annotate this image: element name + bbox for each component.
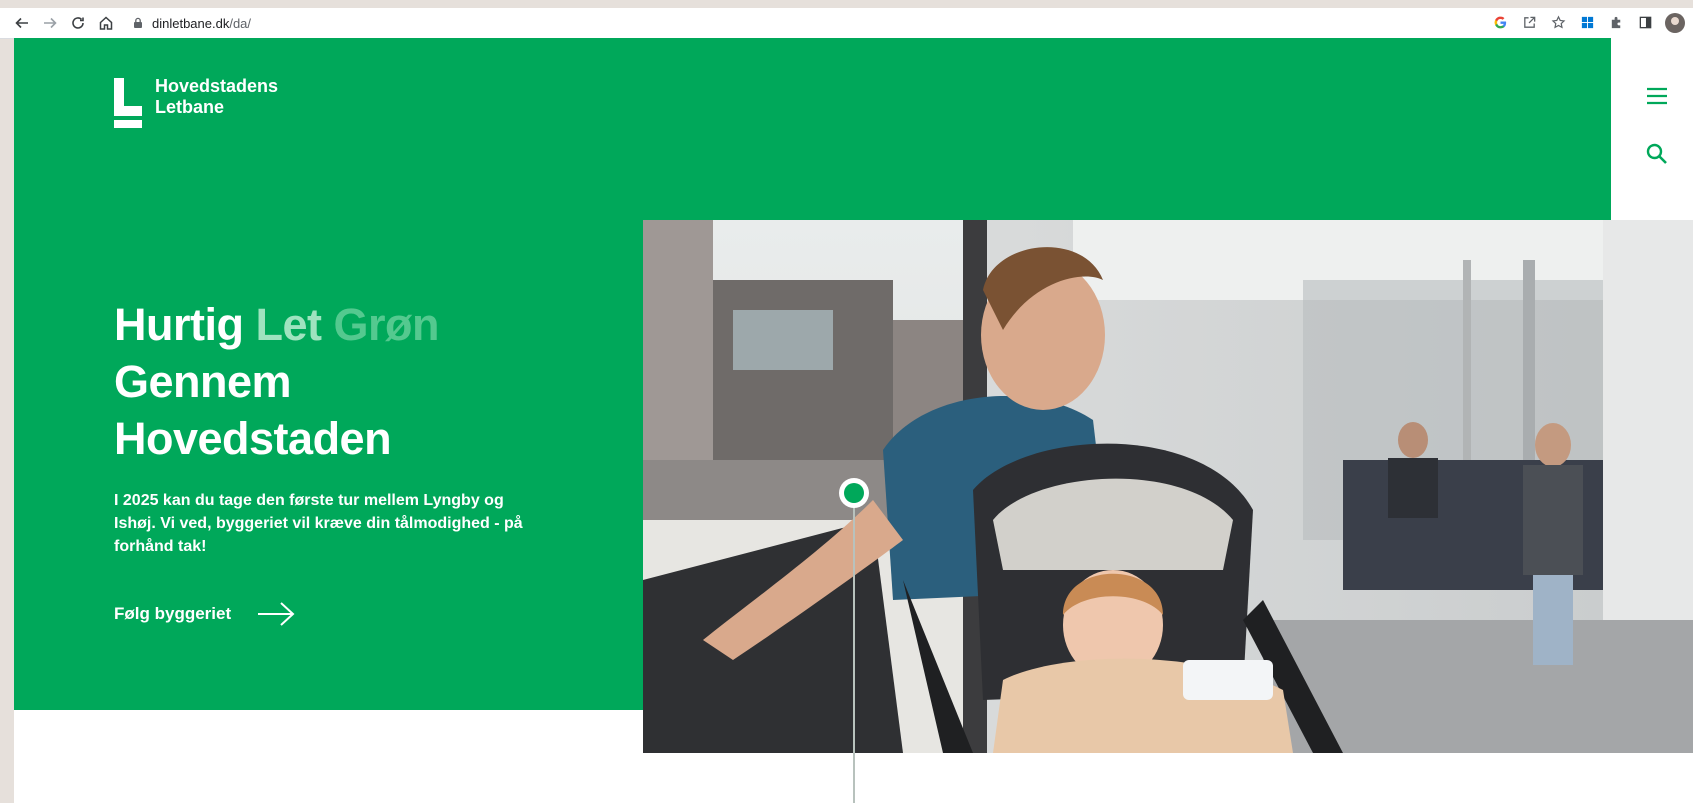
headline-line-3: Hovedstaden [114,413,392,464]
search-icon[interactable] [1644,141,1670,167]
bookmark-star-icon[interactable] [1546,10,1571,35]
hero-headline: Hurtig Let Grøn Gennem Hovedstaden [114,296,440,467]
logo-text: Hovedstadens Letbane [155,76,278,118]
hamburger-menu-icon[interactable] [1644,83,1670,109]
headline-word-1: Hurtig [114,299,244,350]
letbane-logo-icon [114,78,142,130]
home-icon[interactable] [92,9,120,37]
scroll-progress-dot [839,478,869,508]
reload-icon[interactable] [64,9,92,37]
url-path: /da/ [229,15,252,31]
profile-avatar[interactable] [1662,10,1687,35]
arrow-right-icon [258,602,295,626]
share-icon[interactable] [1517,10,1542,35]
logo-line-2: Letbane [155,97,225,117]
google-icon[interactable] [1488,10,1513,35]
back-icon[interactable] [8,9,36,37]
headline-line-2: Gennem [114,356,292,407]
address-bar[interactable]: dinletbane.dk/da/ [132,12,1472,34]
windows-extension-icon[interactable] [1575,10,1600,35]
avatar [1664,12,1685,33]
side-panel-icon[interactable] [1633,10,1658,35]
browser-actions [1488,10,1687,35]
cta-label: Følg byggeriet [114,604,232,623]
hero-intro-text: I 2025 kan du tage den første tur mellem… [114,492,523,555]
lock-icon [134,17,142,28]
headline-word-2: Let [255,299,323,350]
web-page: Hovedstadens Letbane Hurtig Let Grøn Gen… [14,38,1693,803]
headline-word-3: Grøn [333,299,440,350]
forward-icon[interactable] [36,9,64,37]
hero-photo [643,220,1693,753]
extensions-puzzle-icon[interactable] [1604,10,1629,35]
browser-nav [8,9,120,37]
logo-line-1: Hovedstadens [155,76,279,96]
site-logo[interactable]: Hovedstadens Letbane [114,76,278,130]
browser-toolbar: dinletbane.dk/da/ [0,8,1693,39]
side-menu-panel [1611,38,1693,221]
url-domain: dinletbane.dk [152,15,230,31]
follow-construction-link[interactable]: Følg byggeriet [114,601,295,627]
scroll-progress-line [853,490,855,803]
